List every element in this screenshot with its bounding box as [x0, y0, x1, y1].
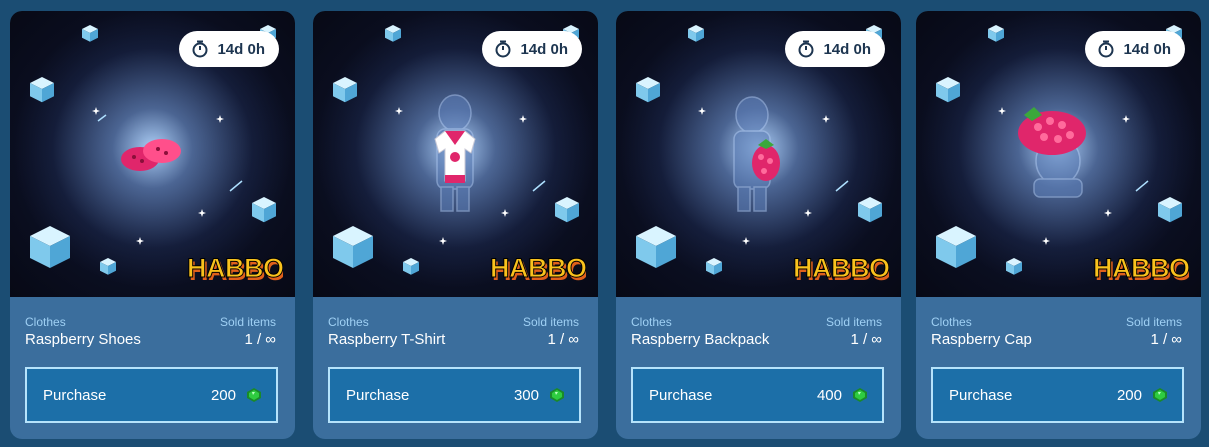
purchase-label: Purchase [949, 386, 1013, 404]
offer-card-raspberry-backpack: 14d 0h HABBO HABBO Clothes Sold items Ra… [616, 11, 901, 439]
time-remaining-badge: 14d 0h [179, 31, 279, 67]
offer-artwork: 14d 0h HABBO HABBO [313, 11, 598, 297]
sold-items-label: Sold items [1125, 315, 1182, 329]
green-gem-icon [247, 388, 261, 402]
sold-items-count: 1 / ∞ [850, 331, 882, 348]
item-category: Clothes [931, 315, 972, 329]
item-name: Raspberry T-Shirt [328, 331, 446, 348]
sold-items-label: Sold items [219, 315, 276, 329]
price: 200 [211, 387, 262, 404]
item-category: Clothes [631, 315, 672, 329]
item-category: Clothes [25, 315, 66, 329]
shop-grid: 14d 0h HABBO HABBO Clothes Sold items Ra… [0, 0, 1209, 447]
purchase-button[interactable]: Purchase 400 [631, 367, 884, 423]
price: 400 [817, 387, 868, 404]
stopwatch-icon [1098, 40, 1114, 58]
price-amount: 200 [1116, 386, 1142, 404]
price: 200 [1117, 387, 1168, 404]
price-amount: 200 [210, 386, 236, 404]
sold-items-label: Sold items [522, 315, 579, 329]
stopwatch-icon [192, 40, 208, 58]
offer-card-raspberry-cap: 14d 0h HABBO HABBO Clothes Sold items Ra… [916, 11, 1201, 439]
time-remaining-text: 14d 0h [217, 40, 265, 58]
offer-artwork: 14d 0h HABBO HABBO [616, 11, 901, 297]
price-amount: 300 [513, 386, 539, 404]
price: 300 [514, 387, 565, 404]
sold-items-count: 1 / ∞ [1150, 331, 1182, 348]
svg-text:HABBO: HABBO [187, 253, 283, 283]
offer-info: Clothes Sold items Raspberry Shoes 1 / ∞… [10, 297, 295, 439]
green-gem-icon [550, 388, 564, 402]
sold-items-count: 1 / ∞ [547, 331, 579, 348]
purchase-button[interactable]: Purchase 200 [25, 367, 278, 423]
sold-items-count: 1 / ∞ [244, 331, 276, 348]
purchase-button[interactable]: Purchase 200 [931, 367, 1184, 423]
purchase-label: Purchase [649, 386, 713, 404]
offer-artwork: 14d 0h HABBO HABBO [10, 11, 295, 297]
svg-text:HABBO: HABBO [490, 253, 586, 283]
stopwatch-icon [798, 40, 814, 58]
svg-text:HABBO: HABBO [1093, 253, 1189, 283]
habbo-logo: HABBO HABBO [187, 253, 283, 286]
raspberry-cap-sprite [1018, 107, 1086, 155]
habbo-logo: HABBO HABBO [1093, 253, 1189, 286]
offer-info: Clothes Sold items Raspberry Cap 1 / ∞ P… [916, 297, 1201, 439]
habbo-logo: HABBO HABBO [793, 253, 889, 286]
offer-artwork: 14d 0h HABBO HABBO [916, 11, 1201, 297]
price-amount: 400 [816, 386, 842, 404]
time-remaining-badge: 14d 0h [1085, 31, 1185, 67]
svg-text:HABBO: HABBO [793, 253, 889, 283]
purchase-label: Purchase [43, 386, 107, 404]
stopwatch-icon [495, 40, 511, 58]
offer-card-raspberry-shoes: 14d 0h HABBO HABBO Clothes Sold items Ra… [10, 11, 295, 439]
offer-card-raspberry-t-shirt: 14d 0h HABBO HABBO Clothes Sold items Ra… [313, 11, 598, 439]
green-gem-icon [1153, 388, 1167, 402]
time-remaining-text: 14d 0h [823, 40, 871, 58]
purchase-button[interactable]: Purchase 300 [328, 367, 581, 423]
purchase-label: Purchase [346, 386, 410, 404]
green-gem-icon [853, 388, 867, 402]
item-name: Raspberry Backpack [631, 331, 770, 348]
item-name: Raspberry Cap [931, 331, 1032, 348]
time-remaining-text: 14d 0h [1123, 40, 1171, 58]
habbo-logo: HABBO HABBO [490, 253, 586, 286]
time-remaining-badge: 14d 0h [482, 31, 582, 67]
item-name: Raspberry Shoes [25, 331, 141, 348]
time-remaining-text: 14d 0h [520, 40, 568, 58]
offer-info: Clothes Sold items Raspberry T-Shirt 1 /… [313, 297, 598, 439]
offer-info: Clothes Sold items Raspberry Backpack 1 … [616, 297, 901, 439]
sold-items-label: Sold items [825, 315, 882, 329]
time-remaining-badge: 14d 0h [785, 31, 885, 67]
item-category: Clothes [328, 315, 369, 329]
raspberry-shoes-sprite [121, 139, 181, 171]
